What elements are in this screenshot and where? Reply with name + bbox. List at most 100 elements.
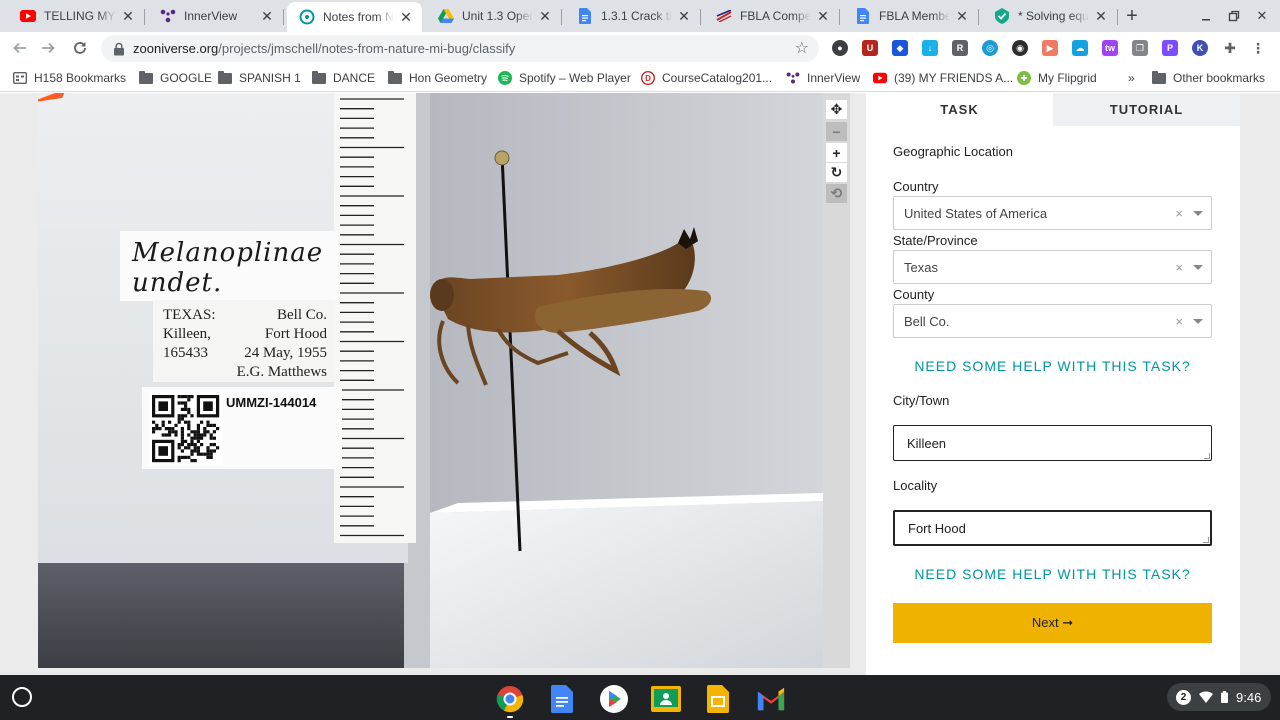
minimize-icon[interactable] xyxy=(1196,6,1216,26)
chromeos-shelf: 2 9:46 xyxy=(0,675,1280,720)
extension-tw-icon[interactable]: tw xyxy=(1102,40,1118,56)
reset-view-icon[interactable]: ⟲ xyxy=(826,184,847,203)
country-select[interactable]: United States of America × xyxy=(893,196,1212,230)
browser-tab[interactable]: * Solving equations ✕ xyxy=(982,2,1118,30)
locality-input[interactable]: Fort Hood xyxy=(893,510,1212,546)
bookmark-item[interactable]: SPANISH 1 xyxy=(218,70,301,86)
new-tab-button[interactable]: + xyxy=(1120,4,1144,28)
chevron-down-icon[interactable] xyxy=(1193,265,1203,270)
close-tab-icon[interactable]: ✕ xyxy=(398,9,414,25)
next-button[interactable]: Next ➞ xyxy=(893,603,1212,643)
state-select[interactable]: Texas × xyxy=(893,250,1212,284)
browser-tab[interactable]: 1.3.1 Crack the Code ✕ xyxy=(565,2,701,30)
browser-tab[interactable]: FBLA Membership ✕ xyxy=(843,2,979,30)
extension-dropbox-icon[interactable]: ◆ xyxy=(892,40,908,56)
close-tab-icon[interactable]: ✕ xyxy=(954,8,970,24)
help-link-2[interactable]: NEED SOME HELP WITH THIS TASK? xyxy=(893,566,1212,582)
rotate-icon[interactable]: ↻ xyxy=(826,163,847,182)
bookmark-star-icon[interactable]: ☆ xyxy=(795,38,809,58)
clear-county-icon[interactable]: × xyxy=(1175,314,1183,329)
bookmark-item[interactable]: My Flipgrid xyxy=(1017,70,1097,86)
maximize-icon[interactable] xyxy=(1224,6,1244,26)
bookmark-item[interactable]: H158 Bookmarks xyxy=(13,70,126,86)
address-bar[interactable]: zooniverse.org/projects/jmschell/notes-f… xyxy=(101,35,819,62)
extensions-puzzle-icon[interactable]: ✚ xyxy=(1222,40,1238,56)
back-button[interactable] xyxy=(8,36,32,60)
bookmark-item[interactable]: InnerView xyxy=(786,70,860,86)
locality-label-2-right: Fort Hood xyxy=(265,326,328,342)
resize-grip-icon[interactable] xyxy=(1204,453,1210,459)
google-docs-app-icon[interactable] xyxy=(547,684,577,714)
youtube-icon xyxy=(20,8,36,24)
county-select[interactable]: Bell Co. × xyxy=(893,304,1212,338)
tab-separator xyxy=(283,9,284,25)
youtube-icon xyxy=(873,71,887,85)
bookmark-item[interactable]: Other bookmarks xyxy=(1152,70,1265,86)
extension-copy-icon[interactable]: ❐ xyxy=(1132,40,1148,56)
tab-title: * Solving equations xyxy=(1018,9,1089,23)
folder-icon xyxy=(139,70,153,85)
browser-tab[interactable]: FBLA Competitive ✕ xyxy=(704,2,840,30)
resize-grip-icon[interactable] xyxy=(1203,537,1209,543)
chevron-down-icon[interactable] xyxy=(1193,319,1203,324)
google-slides-app-icon[interactable] xyxy=(703,684,733,714)
specimen-image-viewer[interactable]: Melanoplinae undet. TEXAS: Bell Co. Kill… xyxy=(38,93,823,668)
close-tab-icon[interactable]: ✕ xyxy=(815,8,831,24)
qr-code-icon xyxy=(149,392,223,466)
bookmark-item[interactable]: GOOGLE xyxy=(139,70,212,86)
extension-detective-icon[interactable]: ● xyxy=(832,40,848,56)
close-tab-icon[interactable]: ✕ xyxy=(537,8,553,24)
city-value: Killeen xyxy=(907,435,947,451)
tab-tutorial[interactable]: TUTORIAL xyxy=(1053,93,1240,126)
extension-k-icon[interactable]: K xyxy=(1192,40,1208,56)
bookmark-item[interactable]: Hon Geometry xyxy=(388,70,487,86)
forward-button[interactable] xyxy=(36,36,60,60)
launcher-icon[interactable] xyxy=(12,687,32,707)
locality-value: Fort Hood xyxy=(908,520,966,536)
extension-pdf-icon[interactable]: P xyxy=(1162,40,1178,56)
tab-task[interactable]: TASK xyxy=(866,93,1053,126)
browser-tab[interactable]: TELLING MY MOM ✕ xyxy=(8,2,145,30)
reload-button[interactable] xyxy=(68,36,92,60)
play-store-app-icon[interactable] xyxy=(599,684,629,714)
extension-play-icon[interactable]: ▶ xyxy=(1042,40,1058,56)
clear-state-icon[interactable]: × xyxy=(1175,260,1183,275)
extension-globe-icon[interactable]: ◎ xyxy=(982,40,998,56)
browser-tab[interactable]: Unit 1.3 Open In ✕ xyxy=(426,2,562,30)
help-link-1[interactable]: NEED SOME HELP WITH THIS TASK? xyxy=(893,358,1212,374)
zoom-in-icon[interactable]: + xyxy=(826,143,847,162)
chrome-app-icon[interactable] xyxy=(495,684,525,714)
bookmark-item[interactable]: D CourseCatalog201... xyxy=(641,70,772,86)
system-tray[interactable]: 2 9:46 xyxy=(1167,683,1271,711)
extension-shield-icon[interactable]: U xyxy=(862,40,878,56)
extension-r-icon[interactable]: R xyxy=(952,40,968,56)
extension-download-icon[interactable]: ↓ xyxy=(922,40,938,56)
close-window-icon[interactable]: ✕ xyxy=(1252,6,1272,26)
bookmark-item[interactable]: » xyxy=(1128,70,1135,86)
clear-country-icon[interactable]: × xyxy=(1175,206,1183,221)
chevron-down-icon[interactable] xyxy=(1193,211,1203,216)
bookmark-page-icon xyxy=(13,71,27,85)
bookmark-label: GOOGLE xyxy=(160,71,213,85)
country-label: Country xyxy=(893,179,939,194)
state-value: Texas xyxy=(904,259,938,275)
close-tab-icon[interactable]: ✕ xyxy=(1093,8,1109,24)
city-input[interactable]: Killeen xyxy=(893,425,1212,461)
extension-screencast-icon[interactable]: ◉ xyxy=(1012,40,1028,56)
gmail-app-icon[interactable] xyxy=(756,684,786,714)
bookmark-item[interactable]: DANCE xyxy=(312,70,375,86)
bookmarks-bar: H158 Bookmarks GOOGLE SPANISH 1 DANCE Hon Ge… xyxy=(0,64,1280,92)
bookmark-item[interactable]: (39) MY FRIENDS A... xyxy=(873,70,1013,86)
close-tab-icon[interactable]: ✕ xyxy=(259,8,275,24)
folder-icon xyxy=(388,70,402,85)
extension-cloud-icon[interactable]: ☁ xyxy=(1072,40,1088,56)
menu-kebab-icon[interactable]: ⋮ xyxy=(1250,40,1266,56)
close-tab-icon[interactable]: ✕ xyxy=(676,8,692,24)
google-classroom-app-icon[interactable] xyxy=(651,684,681,714)
browser-tab[interactable]: Notes from Nature ✕ xyxy=(287,2,422,32)
close-tab-icon[interactable]: ✕ xyxy=(120,8,136,24)
move-icon[interactable]: ✥ xyxy=(826,100,847,119)
bookmark-item[interactable]: Spotify – Web Player xyxy=(498,70,631,86)
browser-tab[interactable]: InnerView ✕ xyxy=(148,2,284,30)
zoom-out-icon[interactable]: − xyxy=(826,122,847,141)
